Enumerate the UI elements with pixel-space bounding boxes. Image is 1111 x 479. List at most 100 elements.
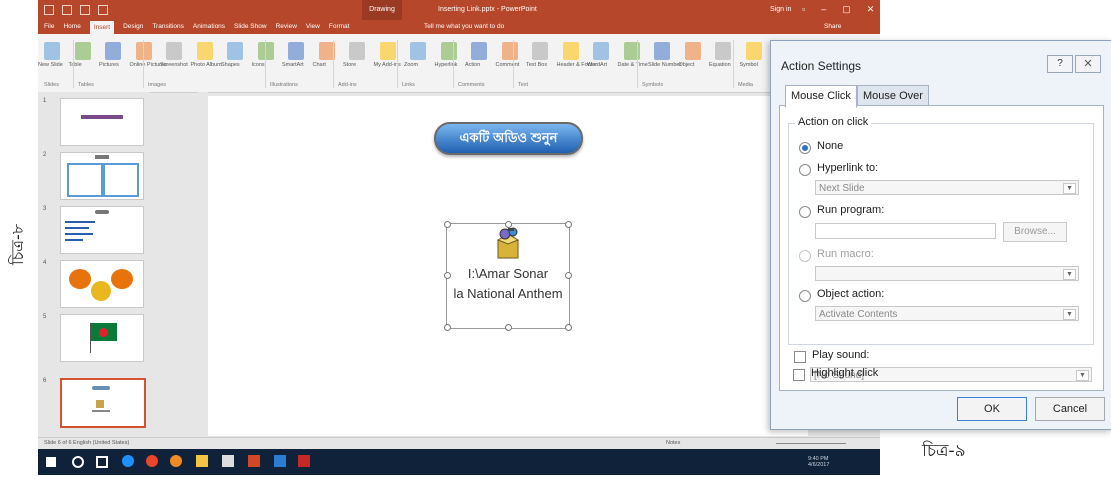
system-clock[interactable]: 9:40 PM 4/6/2017: [808, 456, 829, 468]
ribbon-button-label: Slide Number: [648, 62, 682, 68]
radio-none[interactable]: [799, 142, 811, 154]
run-program-input[interactable]: [815, 223, 996, 239]
resize-handle[interactable]: [505, 324, 512, 331]
ribbon-button-label: Pictures: [99, 62, 119, 68]
word-taskbar-icon[interactable]: [274, 455, 286, 467]
label-run-program: Run program:: [817, 204, 885, 216]
ribbon-button-action[interactable]: [471, 42, 487, 60]
slide-thumbnail-3[interactable]: [60, 206, 144, 254]
slide-thumbnail-6[interactable]: [60, 378, 146, 428]
slide-thumbnail-2[interactable]: [60, 152, 144, 200]
figure-caption-8: চিত্র-৮: [8, 223, 27, 265]
search-icon[interactable]: [72, 456, 84, 468]
action-settings-dialog: Action Settings ? ✕ Mouse Click Mouse Ov…: [770, 40, 1111, 430]
ribbon-button-slide-number[interactable]: [654, 42, 670, 60]
editor-scrollbar[interactable]: [198, 92, 208, 437]
ribbon-button-label: WordArt: [587, 62, 608, 68]
tab-mouse-over[interactable]: Mouse Over: [857, 85, 929, 107]
label-highlight-click: Highlight click: [811, 367, 879, 379]
ribbon-button-label: Zoom: [404, 62, 419, 68]
ribbon-button-screenshot[interactable]: [166, 42, 182, 60]
embedded-audio-object[interactable]: I:\Amar Sonar la National Anthem: [444, 221, 572, 331]
highlight-click-checkbox[interactable]: [793, 369, 805, 381]
ribbon-group-label: Slides: [44, 82, 59, 88]
ribbon-button-label: New Slide: [38, 62, 63, 68]
help-button[interactable]: ?: [1047, 55, 1073, 73]
ribbon-group-label: Links: [402, 82, 415, 88]
radio-object-action[interactable]: [799, 290, 811, 302]
window-title: Inserting Link.pptx - PowerPoint: [438, 6, 537, 13]
ribbon-button-smartart[interactable]: [288, 42, 304, 60]
ribbon-button-table[interactable]: [74, 42, 91, 60]
object-action-dropdown[interactable]: Activate Contents ▼: [815, 306, 1079, 321]
slide-thumbnail-5[interactable]: [60, 314, 144, 362]
ribbon-button-header-footer[interactable]: [562, 42, 579, 60]
slide-number: 2: [43, 152, 47, 158]
file-explorer-icon[interactable]: [196, 455, 208, 467]
browse-button[interactable]: Browse...: [1003, 222, 1067, 242]
ribbon-button-comment[interactable]: [501, 42, 518, 60]
ribbon-button-equation[interactable]: [715, 42, 731, 60]
store-icon[interactable]: [222, 455, 234, 467]
ribbon-button-label: Shapes: [221, 62, 240, 68]
play-sound-checkbox[interactable]: [794, 351, 806, 363]
ribbon-button-hyperlink[interactable]: [440, 42, 457, 60]
ribbon-tab-insert[interactable]: Insert: [89, 21, 115, 35]
ribbon-button-wordart[interactable]: [593, 42, 609, 60]
ribbon-button-label: Object: [678, 62, 695, 68]
group-legend: Action on click: [795, 116, 872, 128]
radio-run-macro[interactable]: [799, 250, 811, 262]
hyperlink-dropdown[interactable]: Next Slide ▼: [815, 180, 1079, 195]
slide-thumbnail-1[interactable]: [60, 98, 144, 146]
ribbon-divider: [333, 40, 334, 88]
slide-number: 5: [43, 314, 47, 320]
resize-handle[interactable]: [565, 324, 572, 331]
ribbon-button-symbol[interactable]: [745, 42, 762, 60]
share-button[interactable]: Share: [824, 23, 841, 30]
ok-button[interactable]: OK: [957, 397, 1027, 421]
firefox-icon[interactable]: [170, 455, 182, 467]
tab-panel: Action on click None Hyperlink to: Next …: [779, 105, 1104, 391]
ribbon-button-store[interactable]: [349, 42, 365, 60]
ribbon-button-text-box[interactable]: [532, 42, 548, 60]
chrome-icon[interactable]: [146, 455, 158, 467]
audio-action-button[interactable]: একটি অডিও শুনুন: [434, 122, 583, 155]
notes-button[interactable]: Notes: [666, 440, 680, 446]
app-taskbar-icon[interactable]: [298, 455, 310, 467]
ribbon-button-label: Action: [465, 62, 481, 68]
window-controls[interactable]: ▫ – ▢ ✕: [802, 4, 874, 15]
ribbon-button-shapes[interactable]: [227, 42, 243, 60]
powerpoint-taskbar-icon[interactable]: [248, 455, 260, 467]
slide-thumbnail-4[interactable]: [60, 260, 144, 308]
run-macro-dropdown[interactable]: ▼: [815, 266, 1079, 281]
ribbon-divider: [513, 40, 514, 88]
label-run-macro: Run macro:: [817, 248, 874, 260]
resize-handle[interactable]: [444, 221, 451, 228]
ribbon-button-zoom[interactable]: [410, 42, 426, 60]
task-view-icon[interactable]: [96, 456, 108, 468]
tell-me-box[interactable]: Tell me what you want to do: [424, 23, 504, 30]
quick-access-toolbar[interactable]: [44, 5, 108, 15]
radio-hyperlink[interactable]: [799, 164, 811, 176]
ribbon-button-object[interactable]: [684, 42, 701, 60]
cancel-button[interactable]: Cancel: [1035, 397, 1105, 421]
ribbon-divider: [453, 40, 454, 88]
resize-handle[interactable]: [444, 324, 451, 331]
tab-mouse-click[interactable]: Mouse Click: [785, 85, 857, 108]
ribbon-button-label: Symbol: [739, 62, 758, 68]
resize-handle[interactable]: [565, 221, 572, 228]
zoom-slider[interactable]: [776, 443, 846, 444]
powerpoint-window: Drawing Tools Inserting Link.pptx - Powe…: [38, 0, 880, 475]
start-icon[interactable]: [46, 457, 56, 467]
ribbon-button-my-add-ins[interactable]: [379, 42, 396, 60]
ribbon-button-new-slide[interactable]: [44, 42, 60, 60]
ribbon-button-photo-album[interactable]: [196, 42, 213, 60]
ribbon-button-pictures[interactable]: [105, 42, 121, 60]
sign-in-link[interactable]: Sign in: [770, 6, 791, 13]
ribbon-divider: [265, 40, 266, 88]
slide-thumbnails-pane: 1 2 3 4 5 6: [38, 92, 150, 437]
edge-icon[interactable]: [122, 455, 134, 467]
close-button[interactable]: ✕: [1075, 55, 1101, 73]
status-slide-info: Slide 6 of 6 English (United States): [44, 440, 130, 446]
radio-run-program[interactable]: [799, 206, 811, 218]
